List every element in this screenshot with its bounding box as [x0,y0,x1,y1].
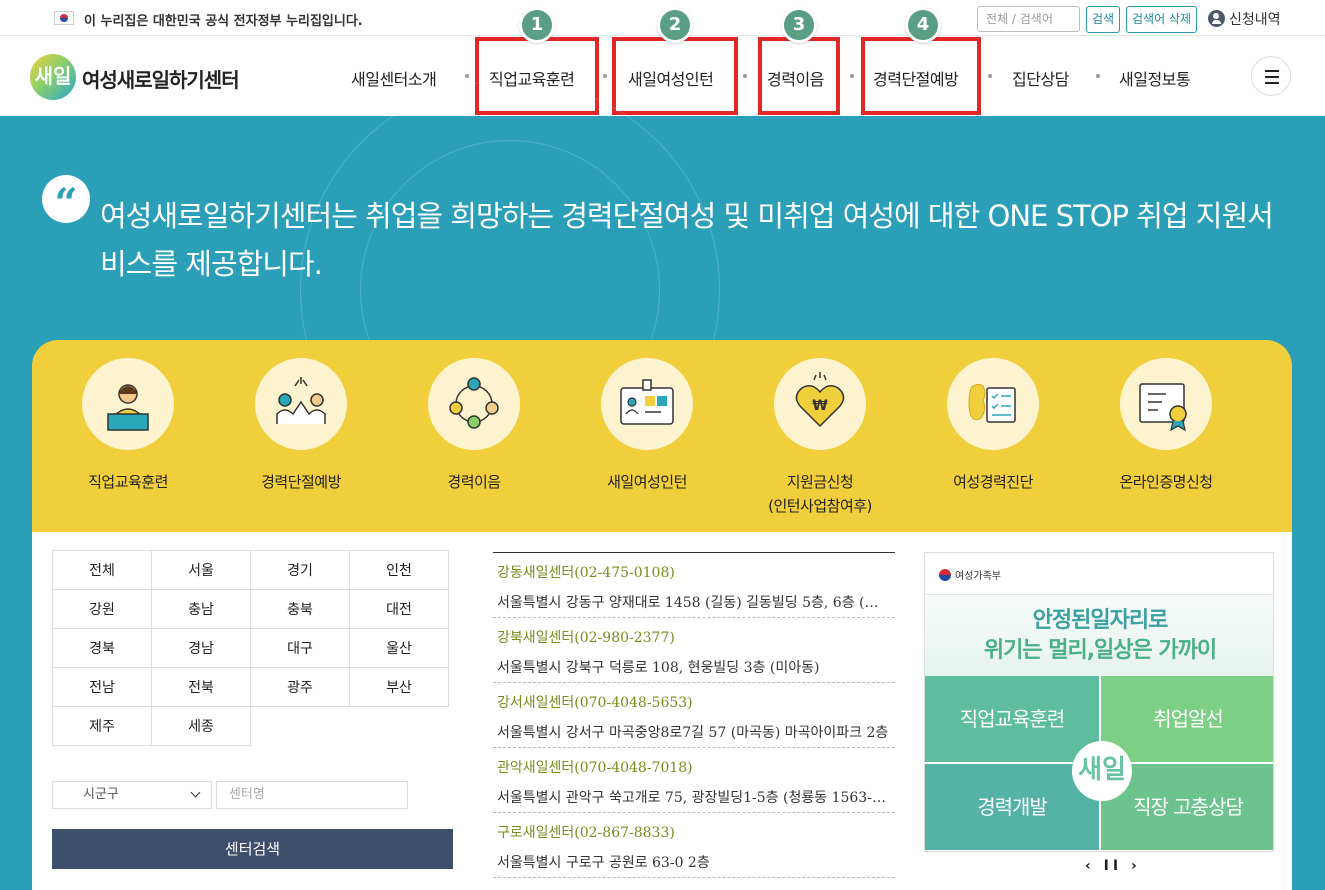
next-arrow-icon[interactable]: › [1131,858,1141,874]
pause-icon[interactable]: II [1104,858,1122,874]
list-item[interactable]: 구로새일센터(02-867-8833) 서울특별시 구로구 공원로 63-0 2… [493,813,895,878]
chevron-down-icon [190,787,201,798]
center-search-button[interactable]: 센터검색 [52,829,453,869]
center-address: 서울특별시 강서구 마곡중앙8로7길 57 (마곡동) 마곡아이파크 2층 [497,725,889,741]
nav-group-counseling[interactable]: 집단상담 [1012,66,1069,90]
list-item[interactable]: 강동새일센터(02-475-0108) 서울특별시 강동구 양재대로 1458 … [493,553,895,618]
gov-notice-text: 이 누리집은 대한민국 공식 전자정부 누리집입니다. [84,14,363,29]
nav-saeil-info[interactable]: 새일정보통 [1119,66,1191,90]
list-item[interactable]: 관악새일센터(070-4048-7018) 서울특별시 관악구 쑥고개로 75,… [493,748,895,813]
logo-text[interactable]: 여성새로일하기센터 [82,64,240,93]
center-name[interactable]: 관악새일센터(070-4048-7018) [493,748,895,781]
promo-banner[interactable]: 여성가족부 안정된일자리로 위기는 멀리,일상은 가까이 직업교육훈련 취업알선… [924,552,1274,852]
nav-career-break-prevention[interactable]: 경력단절예방 [873,66,959,90]
banner-controls: ‹ II › [1085,858,1141,874]
map-checklist-icon [947,358,1039,450]
id-card-icon [601,358,693,450]
region-daegu[interactable]: 대구 [250,628,350,668]
region-table: 전체 서울 경기 인천 강원 충남 충북 대전 경북 경남 대구 울산 전남 전… [52,550,449,746]
center-address: 서울특별시 강북구 덕릉로 108, 현웅빌딩 3층 (미아동) [497,660,820,676]
user-icon [1208,10,1225,27]
banner-tile-job-training: 직업교육훈련 [925,676,1099,762]
region-gangwon[interactable]: 강원 [52,589,152,629]
region-gwangju[interactable]: 광주 [250,667,350,707]
teamwork-icon [255,358,347,450]
region-seoul[interactable]: 서울 [151,550,251,590]
region-gyeonggi[interactable]: 경기 [250,550,350,590]
center-finder-section: 전체 서울 경기 인천 강원 충남 충북 대전 경북 경남 대구 울산 전남 전… [32,532,1292,890]
region-jeonbuk[interactable]: 전북 [151,667,251,707]
region-ulsan[interactable]: 울산 [349,628,449,668]
region-gyeongnam[interactable]: 경남 [151,628,251,668]
nav-center-intro[interactable]: 새일센터소개 [351,66,437,90]
apply-history-link[interactable]: 신청내역 [1208,9,1281,29]
badge-2: 2 [657,7,693,43]
badge-4: 4 [905,7,941,43]
list-item[interactable]: 강서새일센터(070-4048-5653) 서울특별시 강서구 마곡중앙8로7길… [493,683,895,748]
region-chungnam[interactable]: 충남 [151,589,251,629]
delete-search-button[interactable]: 검색어 삭제 [1126,6,1198,33]
service-job-training[interactable]: 직업교육훈련 [53,358,203,494]
center-name-input[interactable]: 센터명 [216,781,408,809]
nav-separator [850,74,854,78]
quote-icon: “ [42,175,90,227]
region-daejeon[interactable]: 대전 [349,589,449,629]
region-jeonnam[interactable]: 전남 [52,667,152,707]
hero-text: 여성새로일하기센터는 취업을 희망하는 경력단절여성 및 미취업 여성에 대한 … [100,199,1274,281]
service-women-intern[interactable]: 새일여성인턴 [572,358,722,494]
site-header: 새일 여성새로일하기센터 새일센터소개 1 직업교육훈련 2 새일여성인턴 3 … [0,7,1325,116]
banner-tile-job-placement: 취업알선 [1101,676,1273,762]
people-circle-icon [428,358,520,450]
banner-headline: 안정된일자리로 위기는 멀리,일상은 가까이 [925,596,1273,676]
badge-3: 3 [781,7,817,43]
prev-arrow-icon[interactable]: ‹ [1085,858,1095,874]
region-all[interactable]: 전체 [52,550,152,590]
center-name[interactable]: 강북새일센터(02-980-2377) [493,618,895,651]
region-sejong[interactable]: 세종 [151,706,251,746]
region-empty-cell [250,706,350,746]
region-chungbuk[interactable]: 충북 [250,589,350,629]
top-search-input[interactable]: 전체 / 검색어 [977,6,1080,32]
region-incheon[interactable]: 인천 [349,550,449,590]
nav-separator [743,74,747,78]
nav-separator [1096,74,1100,78]
service-online-certificate[interactable]: 온라인증명신청 [1091,358,1241,494]
heart-won-icon: ₩ [774,358,866,450]
korea-flag-icon [54,11,74,25]
list-item[interactable]: 강북새일센터(02-980-2377) 서울특별시 강북구 덕릉로 108, 현… [493,618,895,683]
region-jeju[interactable]: 제주 [52,706,152,746]
service-panel: 직업교육훈련 경력단절예방 경력이음 새일여성인턴 ₩ 지원금신청 (인턴사업참… [32,340,1292,532]
instructor-icon [82,358,174,450]
center-name[interactable]: 구로새일센터(02-867-8833) [493,813,895,846]
nav-career-link[interactable]: 경력이음 [767,66,824,90]
service-subsidy-application[interactable]: ₩ 지원금신청 (인턴사업참여후) [745,358,895,518]
service-women-career-diagnosis[interactable]: 여성경력진단 [918,358,1068,494]
nav-separator [465,74,469,78]
ministry-logo: 여성가족부 [925,553,1273,595]
center-address: 서울특별시 구로구 공원로 63-0 2층 [497,855,710,871]
center-address: 서울특별시 관악구 쑥고개로 75, 광장빌딩1-5층 (청룡동 1563-10… [497,790,895,806]
service-career-break-prevention[interactable]: 경력단절예방 [226,358,376,494]
center-name[interactable]: 강서새일센터(070-4048-5653) [493,683,895,716]
top-search-button[interactable]: 검색 [1086,6,1121,33]
region-busan[interactable]: 부산 [349,667,449,707]
district-select[interactable]: 시군구 [52,781,212,809]
logo-mark[interactable]: 새일 [30,54,76,100]
saeil-mark: 새일 [1072,741,1132,801]
region-gyeongbuk[interactable]: 경북 [52,628,152,668]
service-career-link[interactable]: 경력이음 [399,358,549,494]
hamburger-menu-icon[interactable] [1251,56,1291,96]
region-empty-cell [349,706,449,746]
badge-1: 1 [519,7,555,43]
certificate-icon [1120,358,1212,450]
svg-text:₩: ₩ [812,398,828,414]
nav-separator [988,74,992,78]
center-address: 서울특별시 강동구 양재대로 1458 (길동) 길동빌딩 5층, 6층 (길동… [497,595,895,611]
center-name[interactable]: 강동새일센터(02-475-0108) [493,553,895,586]
nav-women-intern[interactable]: 새일여성인턴 [628,66,714,90]
center-list: 강동새일센터(02-475-0108) 서울특별시 강동구 양재대로 1458 … [493,552,895,878]
ministry-emblem-icon [939,569,951,581]
nav-separator [603,74,607,78]
